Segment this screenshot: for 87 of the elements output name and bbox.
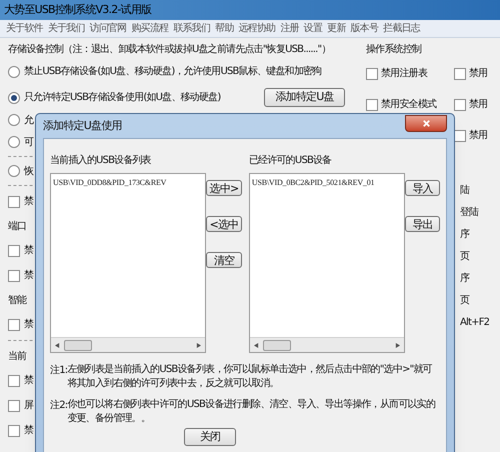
checkbox[interactable] xyxy=(8,270,20,282)
checkbox[interactable] xyxy=(8,244,20,256)
note-text: 你也可以将右侧列表中许可的USB设备进行删除、清空、导入、导出等操作，从而可以实的变更、备份管理。。 xyxy=(67,398,436,426)
move-button[interactable]: 选中> xyxy=(206,180,242,196)
radio-button[interactable] xyxy=(8,136,20,148)
checkbox[interactable] xyxy=(366,98,378,110)
horizontal-scrollbar[interactable] xyxy=(250,337,404,352)
checkbox[interactable] xyxy=(454,68,466,80)
scroll-right-icon[interactable] xyxy=(196,342,201,348)
checkbox[interactable] xyxy=(8,424,20,436)
radio-button[interactable] xyxy=(8,114,20,126)
radio-button[interactable] xyxy=(8,66,20,78)
list-label: 已经许可的USB设备 xyxy=(248,154,332,168)
scroll-left-icon[interactable] xyxy=(55,342,60,348)
group-title: 端口 xyxy=(8,220,26,234)
option-label: 禁止USB存储设备(如U盘、移动硬盘)，允许使用USB鼠标、键盘和加密狗 xyxy=(24,64,322,79)
option-label: 可 xyxy=(24,136,34,150)
radio-button[interactable] xyxy=(8,165,20,177)
option-label: 恢 xyxy=(24,164,34,178)
close-icon xyxy=(422,118,430,128)
menu-item[interactable]: 远程协助 xyxy=(238,21,276,36)
menu-item[interactable]: 访问官网 xyxy=(90,21,126,36)
checkbox[interactable] xyxy=(8,196,20,208)
scroll-left-icon[interactable] xyxy=(254,342,259,348)
scroll-right-icon[interactable] xyxy=(394,342,400,348)
checkbox[interactable] xyxy=(454,130,466,142)
option-label: 登陆 xyxy=(460,206,478,220)
group-title: 存储设备控制（注：退出、卸载本软件或拔掉U盘之前请先点击"恢复USB......"） xyxy=(8,43,331,56)
option-label: 禁用安全模式 xyxy=(381,98,436,112)
note-label: 注2: xyxy=(50,398,68,413)
menu-item[interactable]: 注册 xyxy=(280,21,299,36)
scroll-thumb[interactable] xyxy=(262,340,291,350)
checkbox[interactable] xyxy=(454,98,466,110)
device-list[interactable]: USB\VID_0BC2&PID_5021&REV_01 xyxy=(248,173,405,353)
device-list[interactable]: USB\VID_0DD8&PID_173C&REV xyxy=(50,173,206,353)
horizontal-scrollbar[interactable] xyxy=(51,337,205,352)
option-label: 屏 xyxy=(24,399,34,413)
option-label: 禁 xyxy=(24,424,34,438)
option-label: 禁 xyxy=(24,374,34,388)
checkbox[interactable] xyxy=(366,68,378,80)
menu-item[interactable]: 拦截日志 xyxy=(383,21,420,36)
dialog-title: 添加特定U盘使用 xyxy=(43,118,122,134)
option-label: 序 xyxy=(460,228,470,242)
scroll-thumb[interactable] xyxy=(64,340,92,350)
group-title: 操作系统控制 xyxy=(366,43,422,56)
option-label: 允 xyxy=(24,114,34,128)
option-label: 禁 xyxy=(24,194,34,209)
list-item[interactable]: USB\VID_0DD8&PID_173C&REV xyxy=(53,177,203,189)
option-label: 页 xyxy=(460,294,470,308)
option-label: 禁用 xyxy=(469,128,488,143)
option-label: 禁 xyxy=(24,268,34,283)
list-label: 当前插入的USB设备列表 xyxy=(50,154,151,168)
file-button[interactable]: 导出 xyxy=(405,216,440,232)
move-button[interactable]: <选中 xyxy=(206,216,242,232)
option-label: 陆 xyxy=(460,184,470,198)
list-item[interactable]: USB\VID_0BC2&PID_5021&REV_01 xyxy=(252,177,402,189)
add-device-button[interactable]: 添加特定U盘 xyxy=(264,88,345,107)
radio-button[interactable] xyxy=(8,92,20,104)
close-button[interactable] xyxy=(405,114,447,132)
option-label: 禁 xyxy=(24,318,34,332)
option-label: 禁 xyxy=(24,244,34,258)
menu-item[interactable]: 联系我们 xyxy=(173,21,210,36)
menu-item[interactable]: 设置 xyxy=(304,21,322,36)
option-label: 序 xyxy=(460,272,470,286)
group-title: 智能 xyxy=(8,294,26,308)
move-button[interactable]: 清空 xyxy=(206,252,242,268)
option-label: 禁用注册表 xyxy=(381,66,428,81)
option-label: 禁用 xyxy=(469,66,488,81)
close-dialog-button[interactable]: 关闭 xyxy=(184,428,236,446)
note-text: 左侧列表是当前插入的USB设备列表，你可以鼠标单击选中，然后点击中部的"选中>"就可将其加入到右侧的许可列表中去，反之就可以取消。 xyxy=(67,363,434,391)
menu-item[interactable]: 关于我们 xyxy=(48,21,85,36)
menu-item[interactable]: 购买流程 xyxy=(131,21,168,36)
checkbox[interactable] xyxy=(8,374,20,386)
note-label: 注1: xyxy=(50,364,68,378)
option-label: 禁用 xyxy=(469,98,488,112)
option-label: Alt+F2 xyxy=(460,316,490,330)
window-title: 大势至USB控制系统V3.2-试用版 xyxy=(4,2,152,18)
option-label: 只允许特定USB存储设备使用(如U盘、移动硬盘) xyxy=(24,90,220,105)
option-label: 页 xyxy=(460,250,470,264)
menu-item[interactable]: 版本号 xyxy=(350,21,378,36)
checkbox[interactable] xyxy=(8,318,20,330)
checkbox[interactable] xyxy=(8,400,20,412)
group-title: 当前 xyxy=(8,350,26,364)
menu-item[interactable]: 更新 xyxy=(327,21,346,36)
menu-item[interactable]: 帮助 xyxy=(215,21,234,36)
menu-item[interactable]: 关于软件 xyxy=(6,21,43,36)
file-button[interactable]: 导入 xyxy=(405,180,440,196)
